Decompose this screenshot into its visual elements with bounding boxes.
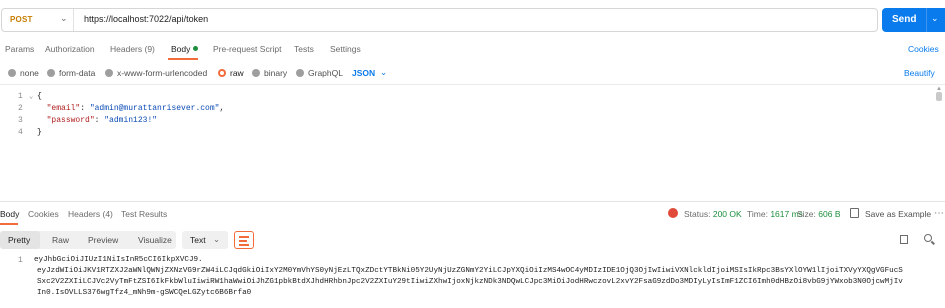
copy-icon[interactable] (900, 235, 908, 244)
fold-icon[interactable]: ⌄ (29, 92, 33, 101)
code-close-brace[interactable]: } (37, 128, 42, 137)
chevron-down-icon[interactable]: ⌄ (60, 13, 68, 24)
wrap-lines-icon (239, 236, 249, 238)
format-select-label: Text (190, 235, 206, 245)
radio-urlencoded[interactable] (105, 69, 113, 77)
radio-label-form-data: form-data (59, 68, 96, 78)
status-value: 200 OK (712, 209, 742, 219)
code-line-email[interactable]: "email": "admin@murattanrisever.com", (37, 104, 225, 113)
divider (0, 84, 945, 85)
radio-label-graphql: GraphQL (308, 68, 343, 78)
radio-label-none: none (20, 68, 39, 78)
save-as-example-button[interactable]: Save as Example (865, 209, 931, 219)
line-number: 4 (18, 128, 23, 137)
beautify-link[interactable]: Beautify (904, 68, 935, 78)
json-key-password: "password" (46, 116, 95, 125)
radio-form-data[interactable] (47, 69, 55, 77)
time-label: Time: (747, 209, 768, 219)
view-pretty[interactable]: Pretty (8, 235, 30, 245)
size-label: Size: (797, 209, 816, 219)
more-icon[interactable]: ⋯ (934, 208, 944, 219)
view-raw[interactable]: Raw (52, 235, 69, 245)
size-value: 606 B (818, 209, 841, 219)
save-icon[interactable] (850, 208, 859, 218)
size-text: Size: 606 B (797, 209, 841, 219)
radio-raw[interactable] (218, 69, 226, 77)
line-number: 1 (18, 92, 23, 101)
line-number: 1 (18, 256, 23, 265)
response-tab-body[interactable]: Body (0, 209, 19, 219)
response-line[interactable]: eyJhbGciOiJIUzI1NiIsInR5cCI6IkpXVCJ9. (34, 256, 203, 264)
radio-label-binary: binary (264, 68, 288, 78)
tab-authorization[interactable]: Authorization (45, 44, 95, 54)
chevron-down-icon[interactable]: ⌄ (213, 234, 220, 245)
view-visualize[interactable]: Visualize (138, 235, 172, 245)
tab-body[interactable]: Body (171, 44, 190, 54)
response-tab-test-results[interactable]: Test Results (121, 209, 167, 219)
json-colon: : (80, 104, 90, 113)
tab-pre-request-script[interactable]: Pre-request Script (213, 44, 282, 54)
response-tab-cookies[interactable]: Cookies (28, 209, 59, 219)
globe-icon[interactable] (668, 208, 678, 218)
tab-tests[interactable]: Tests (294, 44, 314, 54)
active-tab-indicator (168, 58, 198, 60)
code-line-password[interactable]: "password": "admin123!" (37, 116, 157, 125)
line-number: 3 (18, 116, 23, 125)
radio-binary[interactable] (252, 69, 260, 77)
language-select[interactable]: JSON (352, 68, 375, 78)
active-tab-indicator (0, 223, 18, 225)
tab-settings[interactable]: Settings (330, 44, 361, 54)
chevron-down-icon[interactable]: ⌄ (380, 67, 387, 78)
radio-graphql[interactable] (296, 69, 304, 77)
json-value-email: "admin@murattanrisever.com" (89, 104, 220, 113)
response-line[interactable]: Sxc2V2ZXIiLCJVc2VyTmFtZSI6IkFkbWluIiwiRW… (37, 278, 903, 286)
search-icon (931, 240, 935, 245)
status-dot-icon (193, 46, 198, 51)
divider (73, 9, 74, 31)
json-value-password: "admin123!" (104, 116, 158, 125)
time-text: Time: 1617 ms (747, 209, 803, 219)
tab-headers[interactable]: Headers (9) (110, 44, 155, 54)
scrollbar-thumb[interactable] (936, 92, 942, 101)
response-line[interactable]: eyJzdWIiOiJKV1RTZXJ2aWNlQWNjZXNzVG9rZW4i… (37, 267, 903, 275)
radio-label-urlencoded: x-www-form-urlencoded (117, 68, 208, 78)
line-number: 2 (18, 104, 23, 113)
response-tab-headers[interactable]: Headers (4) (68, 209, 113, 219)
cookies-link[interactable]: Cookies (908, 44, 939, 54)
chevron-down-icon[interactable]: ⌄ (931, 13, 939, 24)
response-line[interactable]: In0.IsOVLLS376wgTfz4_mNh9m-gSWCQeLGZytc6… (37, 289, 251, 297)
tab-params[interactable]: Params (5, 44, 34, 54)
url-input[interactable]: https://localhost:7022/api/token (84, 14, 208, 24)
json-comma: , (219, 104, 225, 113)
wrap-lines-icon (239, 244, 249, 246)
code-open-brace[interactable]: { (37, 92, 42, 101)
view-preview[interactable]: Preview (88, 235, 118, 245)
status-text: Status: 200 OK (684, 209, 742, 219)
divider (926, 8, 927, 32)
wrap-lines-icon (239, 240, 247, 242)
json-colon: : (94, 116, 105, 125)
pane-divider[interactable] (0, 201, 945, 202)
json-key-email: "email" (46, 104, 81, 113)
radio-none[interactable] (8, 69, 16, 77)
radio-label-raw: raw (230, 68, 244, 78)
method-select[interactable]: POST (10, 15, 33, 24)
status-label: Status: (684, 209, 711, 219)
